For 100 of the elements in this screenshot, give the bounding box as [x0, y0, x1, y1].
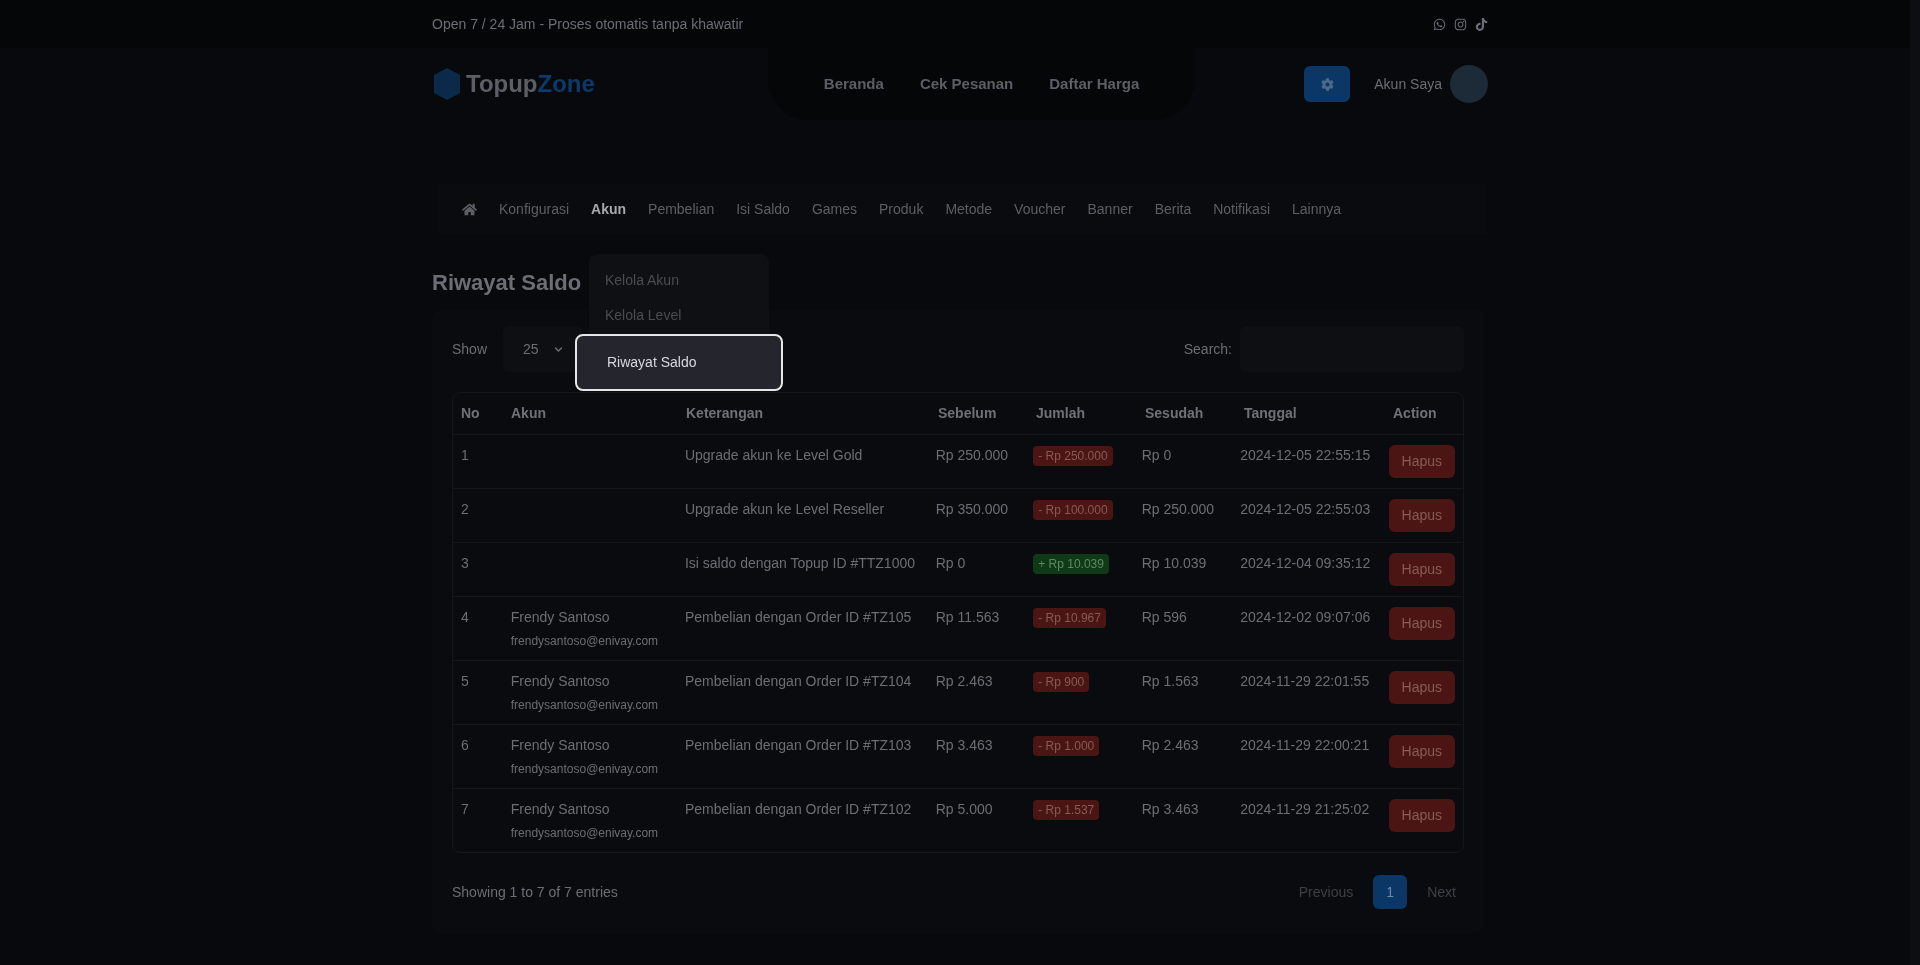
delete-button[interactable]: Hapus: [1388, 735, 1455, 768]
table-cell: Rp 596: [1141, 609, 1187, 625]
dropdown-item[interactable]: Riwayat Saldo: [575, 333, 783, 391]
table-cell: Rp 3.463: [1141, 801, 1199, 817]
tiktok-icon[interactable]: [1475, 17, 1488, 31]
admin-menu-item[interactable]: Produk: [879, 198, 924, 220]
table-cell: 2024-11-29 22:00:21: [1240, 737, 1370, 753]
account-name: Frendy Santoso: [510, 800, 611, 819]
chevron-down-icon: [554, 344, 564, 354]
table-cell: 5: [461, 673, 469, 689]
account-name: Frendy Santoso: [510, 736, 611, 755]
column-header: Keterangan: [686, 405, 764, 421]
pagination-link[interactable]: Next: [1419, 881, 1464, 903]
delete-button[interactable]: Hapus: [1388, 799, 1455, 832]
table-cell: 4: [461, 609, 469, 625]
table-cell: Isi saldo dengan Topup ID #TTZ1000: [684, 555, 916, 571]
delete-button[interactable]: Hapus: [1388, 607, 1455, 640]
column-header: Sebelum: [938, 405, 997, 421]
amount-badge: - Rp 900: [1033, 672, 1090, 692]
column-header: Action: [1393, 405, 1437, 421]
amount-badge: - Rp 1.537: [1033, 800, 1100, 820]
nav-link[interactable]: Beranda: [823, 72, 884, 96]
table-cell: 2024-11-29 21:25:02: [1240, 801, 1370, 817]
dropdown-item[interactable]: Kelola Level: [589, 304, 769, 327]
table-cell: Pembelian dengan Order ID #TZ105: [684, 609, 912, 625]
column-header: Jumlah: [1036, 405, 1085, 421]
table-cell: Rp 2.463: [935, 673, 993, 689]
whatsapp-icon[interactable]: [1433, 17, 1446, 31]
amount-badge: + Rp 10.039: [1033, 554, 1109, 574]
table-cell: 6: [461, 737, 469, 753]
pagination-link[interactable]: Previous: [1290, 881, 1362, 903]
admin-menu-item[interactable]: Games: [811, 198, 858, 220]
table-cell: Rp 3.463: [935, 737, 993, 753]
instagram-icon[interactable]: [1454, 17, 1467, 31]
delete-button[interactable]: Hapus: [1388, 499, 1455, 532]
settings-icon: [1320, 77, 1334, 91]
column-header: Akun: [511, 405, 546, 421]
admin-menu-item[interactable]: Akun: [591, 198, 627, 220]
delete-button[interactable]: Hapus: [1388, 445, 1455, 478]
dropdown-item[interactable]: Kelola Akun: [589, 270, 769, 292]
settings-button[interactable]: [1304, 66, 1351, 102]
table-cell: Rp 1.563: [1141, 673, 1199, 689]
amount-badge: - Rp 250.000: [1033, 446, 1113, 466]
delete-button[interactable]: Hapus: [1388, 671, 1455, 704]
table-cell: 1: [461, 447, 469, 463]
nav-link[interactable]: Cek Pesanan: [919, 72, 1014, 96]
admin-menu-item[interactable]: Notifikasi: [1213, 198, 1270, 220]
entries-info: Showing 1 to 7 of 7 entries: [452, 882, 618, 902]
logo-text: TopupZone: [466, 69, 595, 99]
column-header: Tanggal: [1244, 405, 1297, 421]
table-cell: Pembelian dengan Order ID #TZ102: [684, 801, 912, 817]
admin-menu-item[interactable]: Isi Saldo: [736, 198, 790, 220]
table-cell: Pembelian dengan Order ID #TZ103: [684, 737, 912, 753]
admin-menu-item[interactable]: Banner: [1087, 198, 1133, 220]
amount-badge: - Rp 1.000: [1033, 736, 1100, 756]
admin-menu-item[interactable]: Konfigurasi: [499, 198, 570, 220]
search-label: Search:: [1183, 339, 1232, 359]
table-cell: Upgrade akun ke Level Gold: [684, 447, 863, 463]
table-cell: Pembelian dengan Order ID #TZ104: [684, 673, 912, 689]
amount-badge: - Rp 10.967: [1033, 608, 1106, 628]
pagination-link[interactable]: 1: [1373, 875, 1408, 909]
nav-link[interactable]: Daftar Harga: [1049, 72, 1140, 96]
table-cell: Upgrade akun ke Level Reseller: [684, 501, 885, 517]
table-cell: 2: [461, 501, 469, 517]
table-cell: Rp 11.563: [935, 609, 1000, 625]
table-cell: 2024-12-05 22:55:03: [1240, 501, 1371, 517]
table-cell: 7: [461, 801, 469, 817]
show-label: Show: [452, 339, 488, 359]
account-label[interactable]: Akun Saya: [1374, 73, 1442, 95]
table-cell: 2024-12-05 22:55:15: [1240, 447, 1371, 463]
table-cell: Rp 250.000: [935, 447, 1009, 463]
table-cell: 2024-12-02 09:07:06: [1240, 609, 1371, 625]
home-icon[interactable]: [462, 201, 477, 217]
admin-menu-item[interactable]: Pembelian: [648, 198, 715, 220]
table-cell: Rp 350.000: [935, 501, 1009, 517]
admin-menu-item[interactable]: Berita: [1154, 198, 1192, 220]
account-name: Frendy Santoso: [510, 608, 611, 627]
page-title: Riwayat Saldo: [432, 268, 582, 297]
admin-menu-item[interactable]: Metode: [945, 198, 993, 220]
table-cell: Rp 0: [1141, 447, 1172, 463]
account-email: frendysantoso@enivay.com: [510, 761, 660, 778]
table-cell: 2024-11-29 22:01:55: [1240, 673, 1370, 689]
logo[interactable]: TopupZone: [432, 66, 595, 102]
table-cell: Rp 0: [935, 555, 966, 571]
logo-hexagon-icon: [432, 66, 462, 102]
delete-button[interactable]: Hapus: [1388, 553, 1455, 586]
table-cell: Rp 10.039: [1141, 555, 1207, 571]
admin-menu-item[interactable]: Voucher: [1014, 198, 1066, 220]
table-cell: 2024-12-04 09:35:12: [1240, 555, 1371, 571]
admin-menu-item[interactable]: Lainnya: [1292, 198, 1342, 220]
table-cell: Rp 5.000: [935, 801, 993, 817]
amount-badge: - Rp 100.000: [1033, 500, 1113, 520]
page-size-select[interactable]: 25: [503, 326, 584, 372]
column-header: Sesudah: [1145, 405, 1204, 421]
top-bar-text: Open 7 / 24 Jam - Proses otomatis tanpa khawatir: [432, 14, 744, 34]
account-name: Frendy Santoso: [510, 672, 611, 691]
account-email: frendysantoso@enivay.com: [510, 825, 660, 842]
table-cell: Rp 2.463: [1141, 737, 1199, 753]
account-email: frendysantoso@enivay.com: [510, 697, 660, 714]
account-email: frendysantoso@enivay.com: [510, 633, 660, 650]
